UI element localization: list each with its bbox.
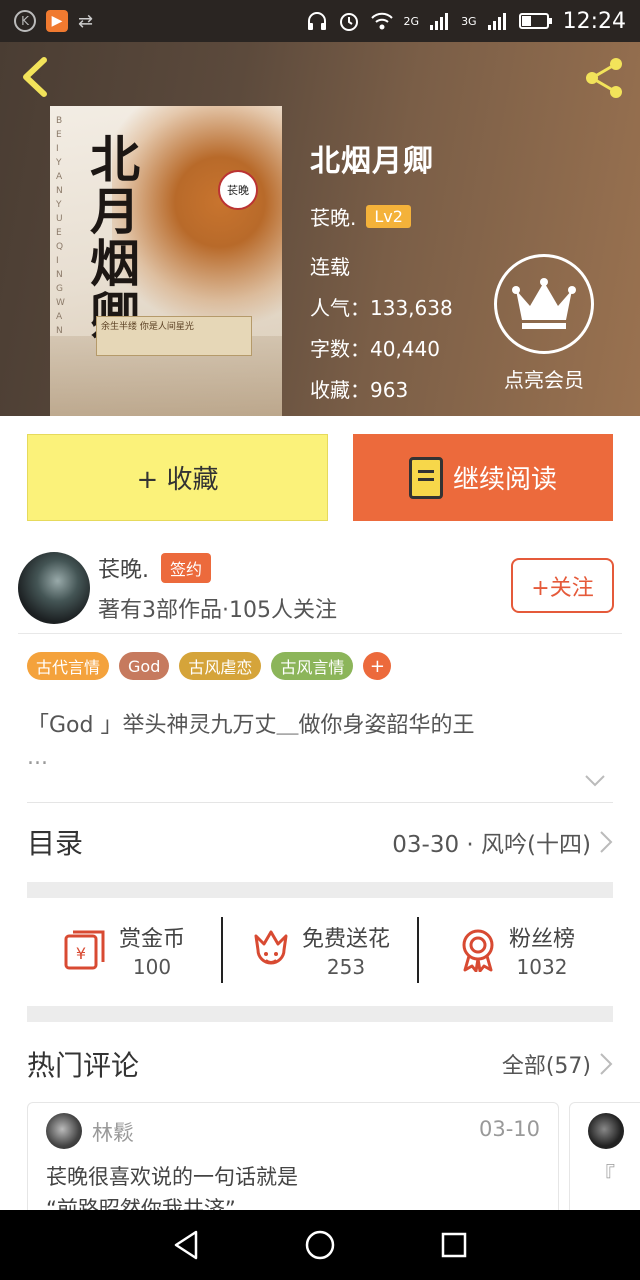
link-icon: ⇄ bbox=[78, 10, 94, 32]
book-author[interactable]: 苌晚. bbox=[310, 202, 356, 231]
author-avatar[interactable] bbox=[18, 552, 90, 624]
tag-item[interactable]: 古代言情 bbox=[27, 652, 110, 680]
commenter-name: 林鬏 bbox=[92, 1121, 134, 1145]
collect-button[interactable]: + 收藏 bbox=[27, 434, 328, 521]
cover-author-stamp: 苌晚 bbox=[218, 170, 258, 210]
vip-crown-button[interactable] bbox=[494, 254, 594, 354]
author-name: 苌晚. bbox=[98, 558, 149, 583]
commenter-avatar[interactable] bbox=[46, 1113, 82, 1149]
share-icon[interactable] bbox=[580, 54, 628, 102]
hot-comments-title: 热门评论 bbox=[27, 1049, 140, 1082]
comment-line: “前路昭然你我共济” bbox=[46, 1197, 236, 1210]
cover-title-art: 北月烟卿 bbox=[90, 130, 140, 342]
flowers-value: 253 bbox=[326, 955, 366, 979]
add-tag-button[interactable]: + bbox=[363, 652, 392, 680]
book-header: BEIYANYUEQINGWAN 北月烟卿 苌晚 余生半缕 你是人间星光 北烟月… bbox=[0, 42, 640, 416]
system-nav-bar bbox=[0, 1210, 640, 1280]
reward-value: 100 bbox=[132, 955, 172, 979]
reward-label: 赏金币 bbox=[118, 927, 185, 952]
recents-square-icon[interactable] bbox=[440, 1231, 468, 1259]
home-circle-icon[interactable] bbox=[304, 1229, 336, 1261]
flowers-label: 免费送花 bbox=[301, 927, 390, 952]
author-section[interactable]: 苌晚. 签约 著有3部作品·105人关注 +关注 bbox=[18, 550, 622, 634]
comment-line: 苌晚很喜欢说的一句话就是 bbox=[46, 1165, 298, 1189]
book-word-count: 字数：40,440 bbox=[310, 337, 440, 361]
comment-text-peek: 『 bbox=[594, 1163, 615, 1187]
author-meta: 著有3部作品·105人关注 bbox=[98, 598, 337, 623]
comment-card[interactable]: 『 bbox=[569, 1102, 640, 1210]
all-comments-label: 全部(57) bbox=[501, 1054, 591, 1079]
signal-icon bbox=[430, 13, 449, 30]
svg-text:¥: ¥ bbox=[76, 944, 86, 963]
book-favorites: 收藏：963 bbox=[310, 378, 409, 402]
table-of-contents-row[interactable]: 目录 03-30 · 风吟(十四) bbox=[27, 812, 613, 872]
book-description[interactable]: 「God 」举头神灵九万丈＿做你身姿韶华的王 ... bbox=[27, 710, 607, 774]
section-separator bbox=[27, 882, 613, 898]
comment-date: 03-10 bbox=[478, 1117, 540, 1141]
section-separator bbox=[27, 1006, 613, 1022]
book-popularity: 人气：133,638 bbox=[310, 296, 453, 320]
status-bar: K ▶ ⇄ 2G 3G 12:24 bbox=[0, 0, 640, 42]
description-ellipsis: ... bbox=[27, 745, 48, 770]
clock: 12:24 bbox=[562, 8, 626, 34]
alarm-icon bbox=[339, 13, 358, 31]
chevron-right-icon bbox=[600, 831, 613, 853]
description-text: 「God 」举头神灵九万丈＿做你身姿韶华的王 bbox=[27, 713, 475, 738]
send-flowers[interactable]: 免费送花 253 bbox=[223, 921, 417, 979]
fan-ranking[interactable]: 粉丝榜 1032 bbox=[419, 921, 613, 979]
red-envelope-icon: ¥ bbox=[64, 930, 105, 970]
book-title: 北烟月卿 bbox=[310, 144, 434, 179]
author-level-badge: Lv2 bbox=[366, 205, 411, 228]
back-triangle-icon[interactable] bbox=[172, 1229, 200, 1261]
chevron-right-icon bbox=[600, 1053, 613, 1075]
reward-coins[interactable]: ¥ 赏金币 100 bbox=[27, 921, 221, 979]
book-icon bbox=[408, 456, 443, 499]
signal-icon bbox=[487, 13, 506, 30]
chevron-down-icon[interactable] bbox=[584, 774, 606, 788]
book-info: 北烟月卿 苌晚. Lv2 连载 人气：133,638 字数：40,440 收藏：… bbox=[310, 136, 453, 403]
play-app-icon: ▶ bbox=[46, 10, 68, 32]
commenter-avatar[interactable] bbox=[588, 1113, 624, 1149]
cover-vertical-text: BEIYANYUEQINGWAN bbox=[56, 116, 67, 336]
collect-label: + 收藏 bbox=[136, 465, 219, 495]
hot-comments-header: 热门评论 全部(57) bbox=[27, 1036, 613, 1092]
follow-button[interactable]: +关注 bbox=[511, 558, 614, 613]
battery-icon bbox=[518, 13, 552, 29]
crown-icon bbox=[512, 278, 576, 329]
tag-item[interactable]: God bbox=[119, 652, 170, 680]
tag-item[interactable]: 古风虐恋 bbox=[179, 652, 262, 680]
all-comments-link[interactable]: 全部(57) bbox=[502, 1048, 613, 1080]
headset-icon bbox=[307, 12, 326, 30]
medal-icon bbox=[462, 929, 494, 972]
signed-badge: 签约 bbox=[161, 553, 212, 583]
continue-label: 继续阅读 bbox=[452, 465, 557, 495]
book-cover[interactable]: BEIYANYUEQINGWAN 北月烟卿 苌晚 余生半缕 你是人间星光 bbox=[50, 106, 282, 416]
network-3g: 3G bbox=[461, 14, 477, 28]
flower-icon bbox=[254, 930, 288, 965]
divider bbox=[27, 802, 613, 803]
wifi-icon bbox=[370, 12, 393, 30]
fans-label: 粉丝榜 bbox=[508, 927, 575, 952]
book-status: 连载 bbox=[310, 255, 350, 279]
fans-value: 1032 bbox=[516, 955, 568, 979]
network-2g: 2G bbox=[403, 14, 420, 28]
cover-banner: 余生半缕 你是人间星光 bbox=[96, 316, 252, 356]
back-arrow-icon[interactable] bbox=[16, 54, 56, 100]
vip-label[interactable]: 点亮会员 bbox=[486, 364, 602, 393]
k-icon: K bbox=[14, 10, 36, 32]
latest-chapter: 03-30 · 风吟(十四) bbox=[392, 832, 591, 858]
comment-card[interactable]: 林鬏 03-10 苌晚很喜欢说的一句话就是 “前路昭然你我共济” bbox=[27, 1102, 559, 1210]
reader-actions: ¥ 赏金币 100 免费送花 253 粉丝榜 1032 bbox=[27, 904, 613, 996]
tag-list: 古代言情 God 古风虐恋 古风言情 + bbox=[27, 652, 392, 680]
book-detail-panel: + 收藏 继续阅读 苌晚. 签约 著有3部作品·105人关注 +关注 古代言情 … bbox=[0, 416, 640, 1210]
tag-item[interactable]: 古风言情 bbox=[271, 652, 354, 680]
comment-text: 苌晚很喜欢说的一句话就是 “前路昭然你我共济” bbox=[46, 1161, 546, 1210]
continue-reading-button[interactable]: 继续阅读 bbox=[353, 434, 613, 521]
toc-label: 目录 bbox=[27, 827, 84, 860]
